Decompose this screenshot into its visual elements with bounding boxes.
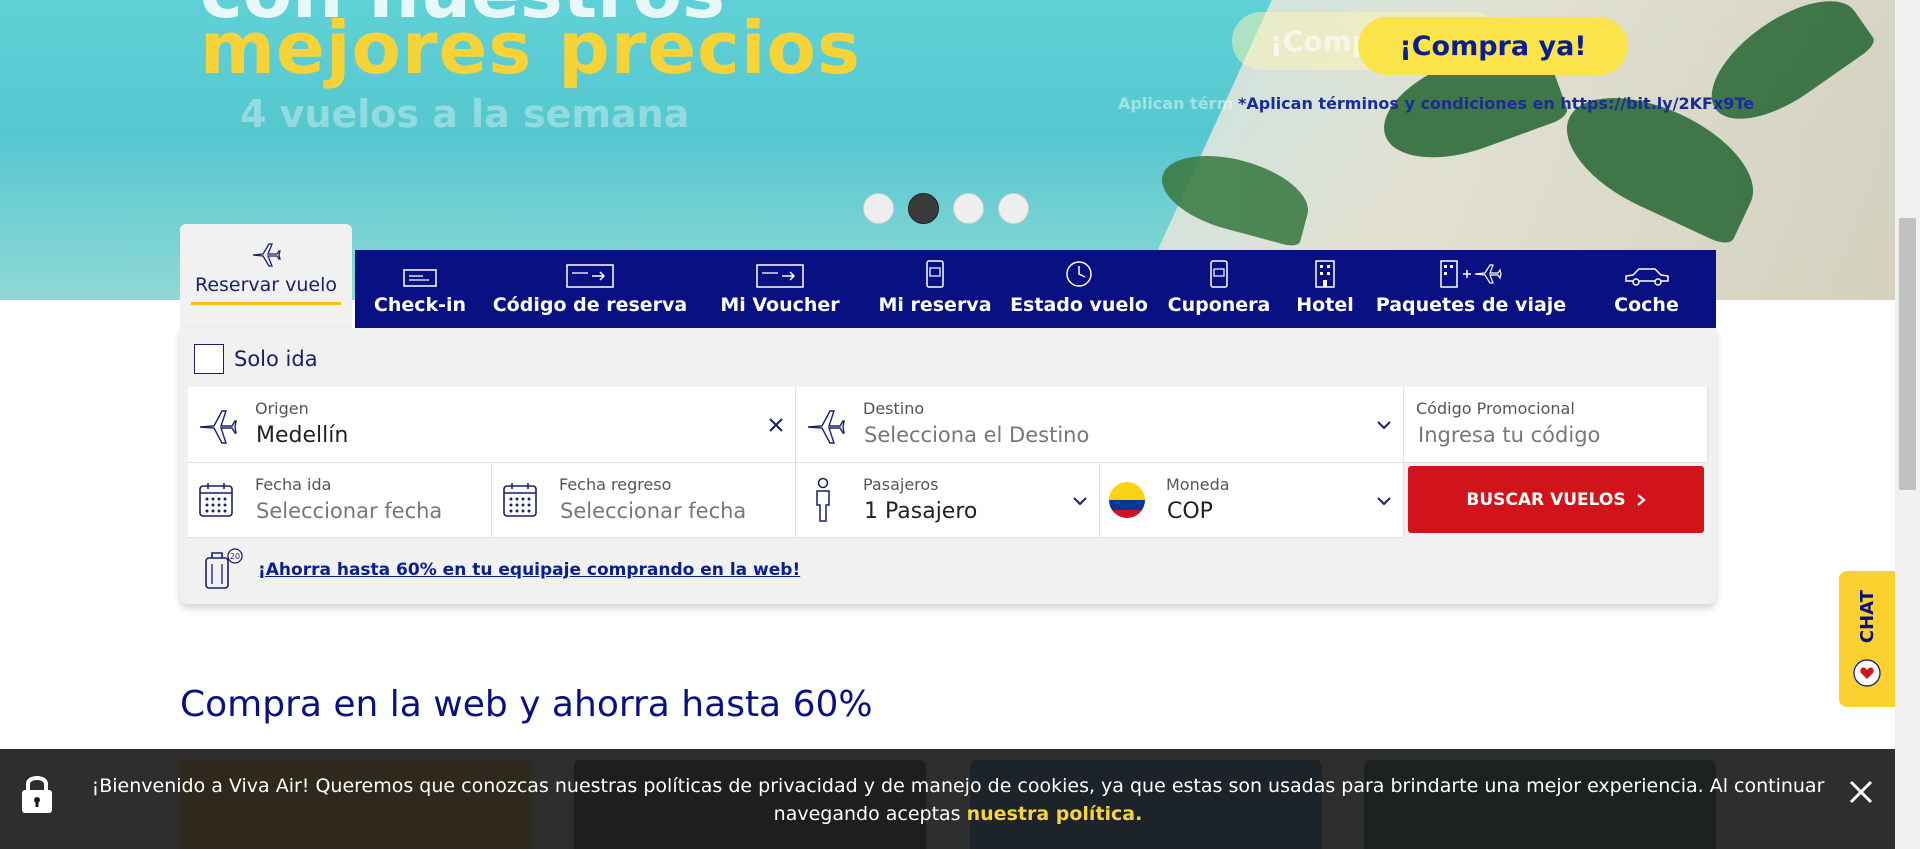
buy-now-button[interactable]: ¡Compra ya! [1358, 17, 1628, 75]
tab-check-in[interactable]: Check-in [355, 250, 485, 328]
hero-ghost-subheadline: 4 vuelos a la semana [240, 92, 690, 136]
chevron-down-icon[interactable] [1376, 419, 1392, 431]
coupon-phone-icon [1210, 260, 1228, 288]
destination-field[interactable]: Destino Selecciona el Destino [796, 387, 1404, 463]
promo-code-field[interactable]: Código Promocional Ingresa tu código [1404, 387, 1708, 463]
tab-cuponera[interactable]: Cuponera [1153, 250, 1285, 328]
chat-label: CHAT [1856, 590, 1878, 644]
return-date-input[interactable]: Seleccionar fecha [560, 499, 746, 523]
tab-codigo-de-reserva[interactable]: Código de reserva [485, 250, 695, 328]
tab-label: Check-in [373, 294, 467, 316]
package-icon [1440, 260, 1502, 288]
tab-paquetes-de-viaje[interactable]: Paquetes de viaje [1365, 250, 1577, 328]
active-tab-indicator [191, 302, 341, 305]
carousel-dot-3[interactable] [953, 193, 984, 224]
tab-coche[interactable]: Coche [1577, 250, 1716, 328]
section-title: Compra en la web y ahorra hasta 60% [180, 684, 873, 725]
solo-ida-checkbox[interactable] [194, 344, 224, 374]
passengers-field[interactable]: Pasajeros 1 Pasajero [796, 463, 1100, 538]
return-date-label: Fecha regreso [559, 475, 672, 494]
calendar-icon [503, 483, 537, 517]
currency-label: Moneda [1166, 475, 1230, 494]
origin-label: Origen [255, 399, 309, 418]
hero-terms-text: *Aplican términos y condiciones en https… [1238, 94, 1755, 113]
origin-field[interactable]: Origen Medellín [188, 387, 796, 463]
promo-code-label: Código Promocional [1416, 399, 1575, 418]
destination-placeholder[interactable]: Selecciona el Destino [864, 423, 1089, 447]
person-icon [816, 477, 830, 522]
tab-label: Hotel [1296, 294, 1354, 316]
tab-hotel[interactable]: Hotel [1285, 250, 1365, 328]
baggage-promo: 20 ¡Ahorra hasta 60% en tu equipaje comp… [200, 548, 800, 592]
tab-reservar-vuelo[interactable]: Reservar vuelo [180, 224, 352, 328]
departure-date-field[interactable]: Fecha ida Seleccionar fecha [188, 463, 492, 538]
tab-label: Reservar vuelo [194, 274, 338, 296]
cookie-message: ¡Bienvenido a Viva Air! Queremos que con… [78, 772, 1838, 828]
colombia-flag-icon [1109, 482, 1145, 518]
luggage-icon: 20 [205, 548, 243, 589]
page-scrollbar-thumb[interactable] [1899, 218, 1916, 490]
voucher-icon [756, 264, 804, 288]
cookie-policy-link[interactable]: nuestra política. [967, 803, 1143, 825]
hero-ghost-terms: Aplican térm [1118, 94, 1234, 113]
car-icon [1624, 268, 1669, 286]
carousel-dot-4[interactable] [998, 193, 1029, 224]
carousel-dots [863, 193, 1029, 224]
origin-value[interactable]: Medellín [256, 423, 348, 448]
currency-value[interactable]: COP [1167, 499, 1213, 524]
tab-label: Código de reserva [492, 294, 688, 316]
tab-estado-vuelo[interactable]: Estado vuelo [1005, 250, 1153, 328]
tab-mi-reserva[interactable]: Mi reserva [865, 250, 1005, 328]
chevron-down-icon[interactable] [1376, 495, 1392, 507]
plane-icon [199, 410, 237, 444]
chevron-right-icon [1636, 493, 1646, 506]
passengers-value[interactable]: 1 Pasajero [864, 499, 977, 524]
return-date-field[interactable]: Fecha regreso Seleccionar fecha [492, 463, 796, 538]
chevron-down-icon[interactable] [1072, 495, 1088, 507]
currency-field[interactable]: Moneda COP [1100, 463, 1404, 538]
solo-ida-option[interactable]: Solo ida [194, 344, 318, 374]
booking-code-icon [566, 264, 614, 288]
baggage-promo-link[interactable]: ¡Ahorra hasta 60% en tu equipaje compran… [258, 560, 800, 580]
tab-label: Estado vuelo [1010, 294, 1148, 316]
chat-heart-icon [1853, 658, 1881, 687]
search-flights-label: BUSCAR VUELOS [1466, 489, 1626, 510]
departure-date-input[interactable]: Seleccionar fecha [256, 499, 442, 523]
clear-icon[interactable] [768, 417, 784, 433]
cookie-banner: ¡Bienvenido a Viva Air! Queremos que con… [0, 749, 1895, 849]
tab-label: Cuponera [1167, 294, 1271, 316]
booking-tabbar: Check-in Código de reserva Mi Voucher Mi… [355, 250, 1716, 328]
search-flights-button[interactable]: BUSCAR VUELOS [1408, 466, 1704, 533]
tab-label: Mi Voucher [720, 294, 840, 316]
calendar-icon [199, 483, 233, 517]
lock-icon [22, 776, 52, 813]
promo-code-input[interactable]: Ingresa tu código [1418, 423, 1600, 447]
solo-ida-label: Solo ida [234, 347, 318, 371]
carousel-dot-1[interactable] [863, 193, 894, 224]
tab-label: Mi reserva [878, 294, 992, 316]
phone-ticket-icon [926, 260, 944, 288]
chat-button[interactable]: CHAT [1839, 571, 1895, 707]
close-icon[interactable] [1848, 779, 1874, 805]
cookie-text: ¡Bienvenido a Viva Air! Queremos que con… [91, 775, 1825, 825]
carousel-dot-2[interactable] [908, 193, 939, 224]
svg-text:20: 20 [230, 552, 240, 561]
tab-label: Coche [1614, 294, 1679, 316]
tab-label: Paquetes de viaje [1375, 294, 1567, 316]
clock-icon [1066, 261, 1092, 287]
hotel-icon [1315, 260, 1335, 288]
plane-icon [807, 410, 845, 444]
plane-icon [252, 243, 281, 267]
search-panel: Solo ida Origen Medellín Destino Selecci… [180, 328, 1716, 604]
passengers-label: Pasajeros [863, 475, 939, 494]
hero-headline: mejores precios [200, 6, 861, 90]
booking-widget: Reservar vuelo Check-in Código de reserv… [180, 224, 1716, 604]
tab-mi-voucher[interactable]: Mi Voucher [695, 250, 865, 328]
ticket-icon [403, 269, 437, 287]
destination-label: Destino [863, 399, 925, 418]
departure-date-label: Fecha ida [255, 475, 332, 494]
